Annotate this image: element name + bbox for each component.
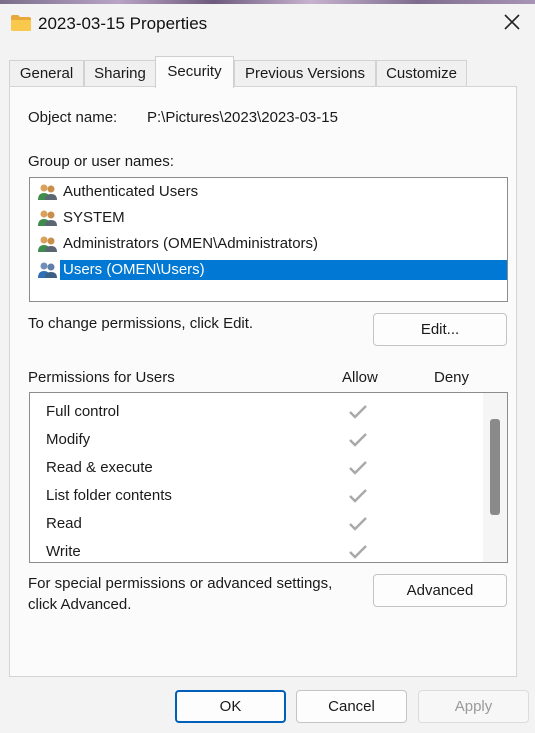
object-name-label: Object name: [28, 109, 118, 126]
permission-row-full-control: Full control [30, 398, 482, 426]
permission-row-write: Write [30, 538, 482, 562]
permission-name: Read & execute [46, 459, 153, 476]
permission-name: Modify [46, 431, 91, 448]
allow-check-icon [348, 403, 368, 421]
tab-previous-versions[interactable]: Previous Versions [234, 60, 376, 87]
change-permissions-hint: To change permissions, click Edit. [28, 315, 254, 332]
user-item-users[interactable]: Users (OMEN\Users) [35, 257, 507, 283]
edit-button[interactable]: Edit... [373, 313, 507, 346]
permission-row-read-execute: Read & execute [30, 454, 482, 482]
permission-name: Write [46, 543, 81, 560]
users-group-icon [37, 209, 59, 227]
allow-check-icon [348, 543, 368, 561]
user-item-label: Authenticated Users [63, 183, 199, 200]
user-item-authenticated-users[interactable]: Authenticated Users [35, 179, 507, 205]
allow-check-icon [348, 431, 368, 449]
users-group-icon [37, 235, 59, 253]
cancel-button[interactable]: Cancel [296, 690, 407, 723]
object-name-value: P:\Pictures\2023\2023-03-15 [147, 109, 338, 126]
tab-general[interactable]: General [9, 60, 84, 87]
advanced-button[interactable]: Advanced [373, 574, 507, 607]
permission-row-list-folder-contents: List folder contents [30, 482, 482, 510]
tab-customize[interactable]: Customize [376, 60, 467, 87]
advanced-hint-line1: For special permissions or advanced sett… [28, 575, 333, 592]
permissions-for-label: Permissions for Users [28, 369, 175, 386]
user-item-label: Administrators (OMEN\Administrators) [63, 235, 319, 252]
allow-check-icon [348, 487, 368, 505]
scrollbar-thumb[interactable] [490, 419, 500, 515]
title-bar[interactable]: 2023-03-15 Properties [0, 4, 535, 44]
dialog-footer: OK Cancel Apply [0, 677, 535, 733]
user-item-system[interactable]: SYSTEM [35, 205, 507, 231]
user-item-administrators[interactable]: Administrators (OMEN\Administrators) [35, 231, 507, 257]
permissions-list[interactable]: Full control Modify Read & execute List … [29, 392, 508, 563]
permission-name: List folder contents [46, 487, 172, 504]
permission-row-modify: Modify [30, 426, 482, 454]
ok-button[interactable]: OK [175, 690, 286, 723]
users-group-icon [37, 183, 59, 201]
allow-check-icon [348, 515, 368, 533]
permissions-scrollbar[interactable] [483, 393, 507, 562]
apply-button[interactable]: Apply [418, 690, 529, 723]
advanced-hint-line2: click Advanced. [28, 596, 132, 613]
properties-window: 2023-03-15 Properties General Sharing Se… [0, 0, 535, 733]
security-panel: Object name: P:\Pictures\2023\2023-03-15… [9, 86, 517, 677]
close-button[interactable] [489, 4, 535, 44]
permission-name: Full control [46, 403, 120, 420]
deny-column-header: Deny [434, 369, 470, 386]
group-names-label: Group or user names: [28, 153, 174, 170]
allow-check-icon [348, 459, 368, 477]
user-item-label: Users (OMEN\Users) [60, 260, 507, 280]
tab-sharing[interactable]: Sharing [84, 60, 156, 87]
user-item-label: SYSTEM [63, 209, 125, 226]
allow-column-header: Allow [342, 369, 378, 386]
close-icon [503, 13, 521, 35]
permission-row-read: Read [30, 510, 482, 538]
folder-icon [10, 14, 32, 32]
user-list[interactable]: Authenticated Users SYSTEM Administrator… [29, 177, 508, 302]
window-title: 2023-03-15 Properties [38, 14, 208, 33]
permission-name: Read [46, 515, 82, 532]
tab-security[interactable]: Security [155, 56, 234, 88]
users-group-icon [37, 261, 59, 279]
